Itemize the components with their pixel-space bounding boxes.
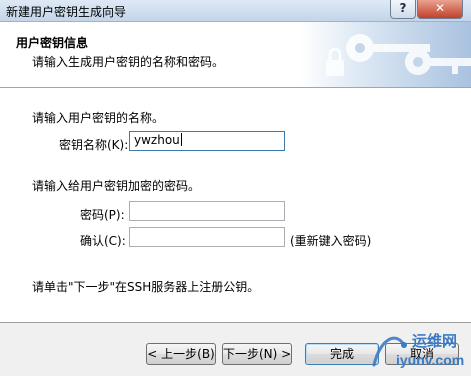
password-input[interactable] <box>129 201 285 221</box>
instruction-text: 请单击"下一步"在SSH服务器上注册公钥。 <box>32 280 260 294</box>
wizard-header: 用户密钥信息 请输入生成用户密钥的名称和密码。 <box>0 22 471 88</box>
help-button[interactable]: ? <box>390 0 416 19</box>
title-bar: 新建用户密钥生成向导 ? ✕ <box>0 0 471 22</box>
key-name-label: 密钥名称(K): <box>59 138 129 152</box>
header-title: 用户密钥信息 <box>16 36 89 50</box>
header-subtitle: 请输入生成用户密钥的名称和密码。 <box>32 55 225 69</box>
key-name-value: ywzhou <box>134 133 180 147</box>
keys-icon <box>326 34 471 76</box>
back-button[interactable]: < 上一步(B) <box>146 343 216 365</box>
name-section-heading: 请输入用户密钥的名称。 <box>32 111 165 125</box>
watermark-text: 运维网 <box>412 332 458 350</box>
confirm-password-input[interactable] <box>129 227 285 247</box>
next-button[interactable]: 下一步(N) > <box>222 343 292 365</box>
password-label: 密码(P): <box>80 208 125 222</box>
key-name-input[interactable]: ywzhou <box>129 131 285 151</box>
window-title: 新建用户密钥生成向导 <box>6 5 127 19</box>
confirm-password-label: 确认(C): <box>80 234 126 248</box>
close-button[interactable]: ✕ <box>417 0 463 19</box>
confirm-password-hint: (重新键入密码) <box>290 234 372 248</box>
password-section-heading: 请输入给用户密钥加密的密码。 <box>32 179 201 193</box>
watermark-url: iyunv.com <box>396 352 465 368</box>
text-caret <box>180 133 182 146</box>
